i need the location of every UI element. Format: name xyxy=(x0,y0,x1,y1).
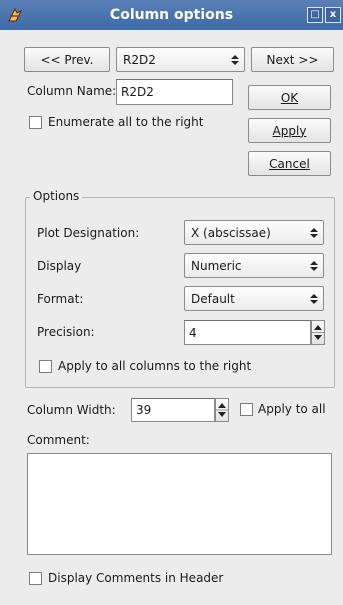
display-select[interactable]: Numeric xyxy=(184,253,324,278)
updown-arrow-icon xyxy=(310,260,318,271)
apply-all-label: Apply to all xyxy=(258,402,326,416)
display-comments-label: Display Comments in Header xyxy=(48,571,224,585)
apply-button-label: Apply xyxy=(272,123,307,138)
column-selector[interactable]: R2D2 xyxy=(116,47,245,72)
column-name-label: Column Name: xyxy=(27,84,117,98)
next-button[interactable]: Next >> xyxy=(251,47,334,72)
close-button[interactable]: x xyxy=(325,7,341,23)
display-label: Display xyxy=(37,259,82,273)
enumerate-label: Enumerate all to the right xyxy=(48,115,204,129)
comment-textarea[interactable] xyxy=(27,453,332,555)
ok-button-label: OK xyxy=(280,90,299,105)
spinner-arrows-icon xyxy=(216,403,228,417)
prev-button-label: << Prev. xyxy=(40,52,94,67)
ok-button[interactable]: OK xyxy=(248,85,331,110)
plot-designation-value: X (abscissae) xyxy=(191,225,271,240)
title-bar: Column options □ x xyxy=(0,0,343,30)
precision-label: Precision: xyxy=(37,325,95,339)
format-value: Default xyxy=(191,291,235,306)
format-select[interactable]: Default xyxy=(184,286,324,311)
precision-spinner[interactable] xyxy=(311,320,325,345)
next-button-label: Next >> xyxy=(266,52,319,67)
prev-button[interactable]: << Prev. xyxy=(24,47,110,72)
apply-right-checkbox[interactable] xyxy=(39,360,52,373)
apply-button[interactable]: Apply xyxy=(248,118,331,143)
format-label: Format: xyxy=(37,292,84,306)
column-width-spinner[interactable] xyxy=(215,398,229,422)
column-width-input[interactable]: 39 xyxy=(131,398,215,422)
cancel-button[interactable]: Cancel xyxy=(248,151,331,176)
display-comments-checkbox[interactable] xyxy=(29,572,42,585)
precision-input[interactable]: 4 xyxy=(184,320,311,345)
column-selector-value: R2D2 xyxy=(123,52,156,67)
comment-label: Comment: xyxy=(27,433,90,447)
cancel-button-label: Cancel xyxy=(269,156,310,171)
display-value: Numeric xyxy=(191,258,242,273)
plot-designation-select[interactable]: X (abscissae) xyxy=(184,220,324,245)
updown-arrow-icon xyxy=(310,227,318,238)
spinner-arrows-icon xyxy=(312,325,324,340)
apply-right-label: Apply to all columns to the right xyxy=(58,359,252,373)
restore-button[interactable]: □ xyxy=(307,7,323,23)
updown-arrow-icon xyxy=(231,54,239,65)
updown-arrow-icon xyxy=(310,293,318,304)
plot-designation-label: Plot Designation: xyxy=(37,226,140,240)
column-name-input[interactable]: R2D2 xyxy=(116,79,233,105)
enumerate-checkbox[interactable] xyxy=(29,116,42,129)
window-title: Column options xyxy=(109,7,234,23)
apply-all-checkbox[interactable] xyxy=(240,403,253,416)
column-width-label: Column Width: xyxy=(27,403,116,417)
options-group-title: Options xyxy=(30,189,83,203)
